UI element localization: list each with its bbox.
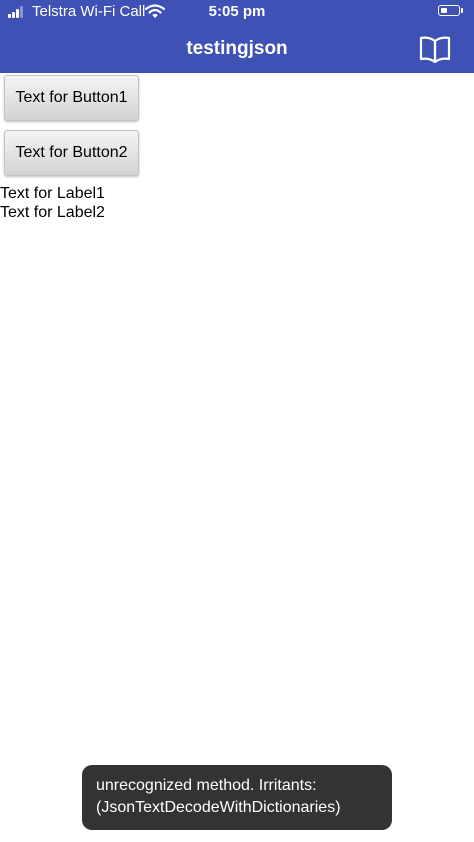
- toast-message-line2: (JsonTextDecodeWithDictionaries): [96, 799, 341, 816]
- status-time: 5:05 pm: [208, 3, 266, 20]
- status-bar: Telstra Wi-Fi Call 5:05 pm: [0, 0, 474, 26]
- book-icon[interactable]: [419, 35, 451, 63]
- page-title: testingjson: [186, 38, 288, 59]
- label2: Text for Label2: [0, 204, 105, 221]
- battery-icon: [438, 5, 460, 16]
- label1: Text for Label1: [0, 185, 105, 202]
- error-toast: unrecognized method. Irritants: (JsonTex…: [82, 765, 392, 830]
- toast-message-line1: unrecognized method. Irritants:: [96, 777, 317, 794]
- app-header: Telstra Wi-Fi Call 5:05 pm testingjson: [0, 0, 474, 73]
- button2[interactable]: Text for Button2: [4, 130, 139, 176]
- battery-cap: [461, 8, 463, 13]
- button1[interactable]: Text for Button1: [4, 75, 139, 121]
